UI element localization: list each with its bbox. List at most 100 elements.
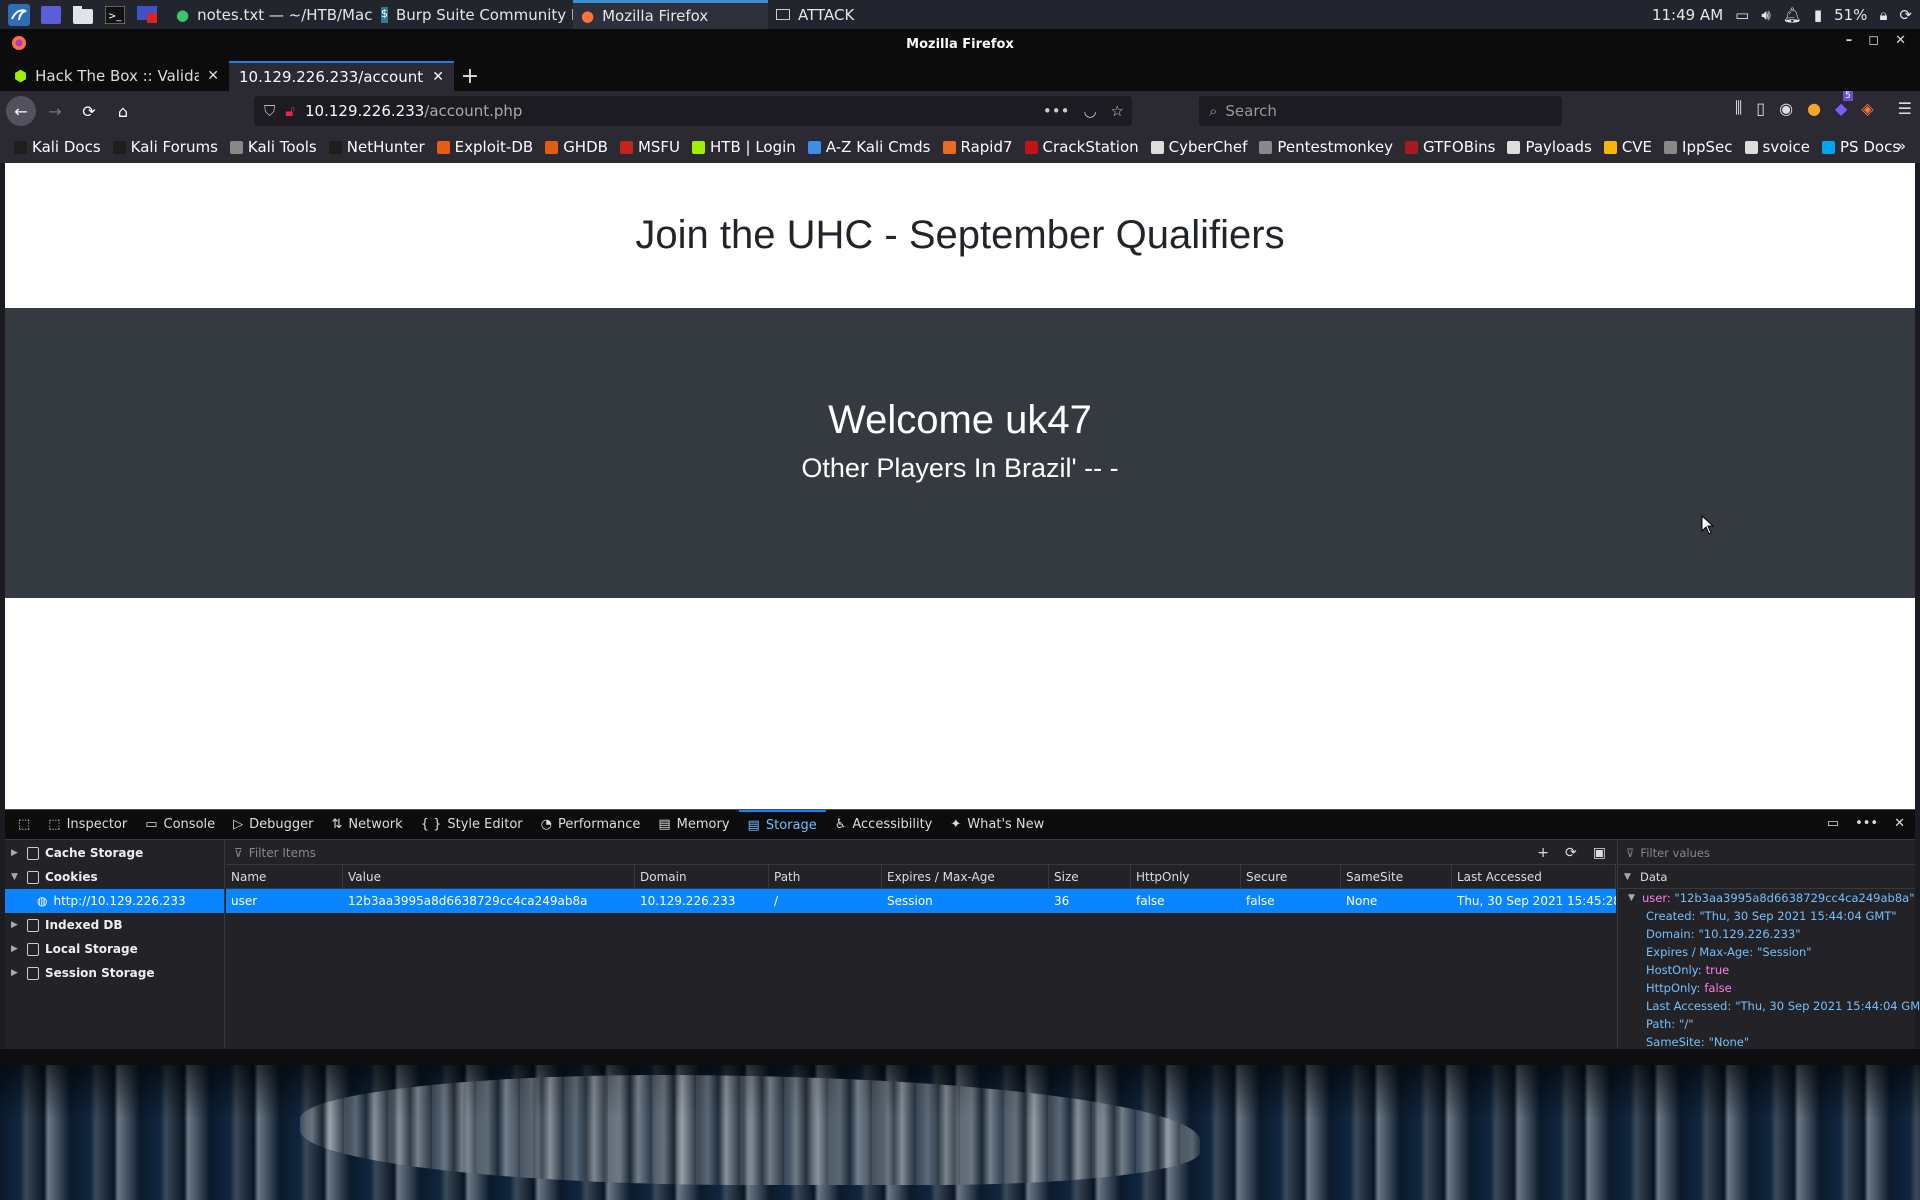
screen-app-icon[interactable]: [134, 3, 160, 27]
tree-local-storage[interactable]: ▶ Local Storage: [5, 937, 224, 961]
home-button[interactable]: ⌂: [108, 96, 138, 126]
pocket-icon[interactable]: ◡: [1083, 102, 1096, 120]
back-button[interactable]: ←: [6, 96, 36, 126]
devtools-tab-inspector[interactable]: ⬚ Inspector: [39, 810, 136, 840]
column-header[interactable]: Secure: [1241, 864, 1341, 889]
display-icon[interactable]: ▭: [1735, 6, 1749, 24]
table-cell[interactable]: Thu, 30 Sep 2021 15:45:28 GMT: [1452, 894, 1616, 908]
data-section-header[interactable]: ▼ Data: [1618, 865, 1915, 889]
filter-values-input[interactable]: ⊽ Filter values: [1618, 841, 1915, 865]
filter-items-input[interactable]: ⊽ Filter Items + ⟳ ▣: [226, 841, 1616, 865]
volume-icon[interactable]: 🔊︎: [1761, 6, 1770, 24]
devtools-tab-style-editor[interactable]: { } Style Editor: [412, 810, 532, 840]
data-property[interactable]: Last Accessed: "Thu, 30 Sep 2021 15:44:04…: [1618, 997, 1920, 1015]
library-icon[interactable]: ⫼: [1735, 98, 1742, 118]
column-header[interactable]: HttpOnly: [1131, 864, 1241, 889]
bookmark-a-z-kali-cmds[interactable]: A-Z Kali Cmds: [807, 138, 931, 156]
tab-account-php[interactable]: 10.129.226.233/account.php ✕: [229, 61, 454, 91]
bookmarks-overflow-icon[interactable]: »: [1897, 137, 1906, 155]
toggle-sidebar-icon[interactable]: ▣: [1593, 845, 1606, 861]
page-actions-icon[interactable]: •••: [1043, 102, 1070, 120]
extension-badge-icon[interactable]: ◆ 5: [1835, 90, 1853, 118]
search-box[interactable]: ⌕ Search: [1199, 96, 1562, 126]
tree-cache-storage[interactable]: ▶ Cache Storage: [5, 841, 224, 865]
column-header[interactable]: Name: [226, 864, 343, 889]
table-cell[interactable]: None: [1341, 894, 1452, 908]
column-header[interactable]: Domain: [635, 864, 769, 889]
close-tab-icon[interactable]: ✕: [432, 69, 444, 85]
refresh-icon[interactable]: ⟳: [1565, 845, 1577, 861]
maximize-icon[interactable]: ◻: [1868, 33, 1879, 48]
data-property[interactable]: HostOnly: true: [1618, 961, 1915, 979]
bookmark-kali-docs[interactable]: Kali Docs: [14, 138, 101, 156]
bookmark-crackstation[interactable]: CrackStation: [1024, 138, 1139, 156]
lock-icon[interactable]: 🔒︎: [1879, 6, 1887, 24]
table-cell[interactable]: user: [226, 894, 343, 908]
taskbar-task-notes[interactable]: ● notes.txt — ~/HTB/Mac...: [168, 0, 373, 29]
reload-button[interactable]: ⟳: [74, 96, 104, 126]
devtools-tab-debugger[interactable]: ▷ Debugger: [224, 810, 322, 840]
bookmark-nethunter[interactable]: NetHunter: [328, 138, 425, 156]
minimize-icon[interactable]: –: [1846, 33, 1853, 48]
table-cell[interactable]: false: [1131, 894, 1241, 908]
terminal-icon[interactable]: >_: [102, 3, 128, 27]
notification-bell-icon[interactable]: 🔔︎: [1783, 6, 1802, 24]
table-cell[interactable]: 36: [1049, 894, 1131, 908]
tree-cookie-host[interactable]: ◍ http://10.129.226.233: [5, 889, 224, 913]
url-bar[interactable]: ⛉ 🔓︎ 10.129.226.233/account.php ••• ◡ ☆: [254, 96, 1132, 126]
close-tab-icon[interactable]: ✕: [207, 68, 219, 84]
bookmark-payloads[interactable]: Payloads: [1507, 138, 1592, 156]
column-header[interactable]: Size: [1049, 864, 1131, 889]
devtools-tab-accessibility[interactable]: ♿ Accessibility: [826, 810, 942, 840]
bookmark-cyberchef[interactable]: CyberChef: [1150, 138, 1247, 156]
table-cell[interactable]: 12b3aa3995a8d6638729cc4ca249ab8a: [343, 894, 635, 908]
data-property[interactable]: HttpOnly: false: [1618, 979, 1915, 997]
tab-hackthebox[interactable]: ⬢ Hack The Box :: Validatio ✕: [4, 61, 229, 91]
kali-menu-icon[interactable]: [6, 3, 32, 27]
column-header[interactable]: Value: [343, 864, 635, 889]
column-header[interactable]: SameSite: [1341, 864, 1452, 889]
data-property[interactable]: Domain: "10.129.226.233": [1618, 925, 1915, 943]
taskbar-task-burp[interactable]: $ Burp Suite Community E...: [373, 0, 573, 29]
data-property[interactable]: Path: "/": [1618, 1015, 1915, 1033]
taskbar-task-firefox[interactable]: ● Mozilla Firefox: [573, 0, 768, 29]
bookmark-gtfobins[interactable]: GTFOBins: [1405, 138, 1495, 156]
menu-icon[interactable]: ☰: [1898, 99, 1912, 118]
bookmark-cve[interactable]: CVE: [1603, 138, 1652, 156]
devtools-tab-what-s-new[interactable]: ✦ What's New: [941, 810, 1053, 840]
data-user-entry[interactable]: ▼ user: "12b3aa3995a8d6638729cc4ca249ab8…: [1618, 889, 1915, 907]
add-item-icon[interactable]: +: [1537, 845, 1549, 861]
file-manager-icon[interactable]: [70, 3, 96, 27]
clock[interactable]: 11:49 AM: [1652, 6, 1723, 24]
shield-icon[interactable]: ⛉: [264, 102, 275, 120]
bookmark-rapid7[interactable]: Rapid7: [942, 138, 1013, 156]
bookmark-ghdb[interactable]: GHDB: [545, 138, 608, 156]
close-window-icon[interactable]: ✕: [1895, 33, 1906, 48]
workspace-icon[interactable]: [38, 3, 64, 27]
power-icon[interactable]: ⟳: [1899, 6, 1912, 24]
more-options-icon[interactable]: •••: [1855, 816, 1878, 831]
column-header[interactable]: Expires / Max-Age: [882, 864, 1049, 889]
devtools-tab-memory[interactable]: ▤ Memory: [649, 810, 738, 840]
data-property[interactable]: Expires / Max-Age: "Session": [1618, 943, 1915, 961]
cookie-extension-icon[interactable]: ●: [1807, 99, 1821, 118]
table-cell[interactable]: false: [1241, 894, 1341, 908]
account-icon[interactable]: ◉: [1779, 99, 1793, 118]
table-row[interactable]: user 12b3aa3995a8d6638729cc4ca249ab8a 10.1…: [226, 889, 1616, 913]
sidebar-icon[interactable]: ▯: [1756, 99, 1765, 118]
column-header[interactable]: Path: [769, 864, 882, 889]
bookmark-pentestmonkey[interactable]: Pentestmonkey: [1259, 138, 1393, 156]
bookmark-kali-forums[interactable]: Kali Forums: [112, 138, 218, 156]
bookmark-ippsec[interactable]: IppSec: [1664, 138, 1733, 156]
new-tab-button[interactable]: +: [454, 61, 486, 91]
bookmark-exploit-db[interactable]: Exploit-DB: [436, 138, 533, 156]
bookmark-htb-login[interactable]: HTB | Login: [692, 138, 796, 156]
element-picker-icon[interactable]: ⬚: [9, 810, 39, 840]
bookmark-kali-tools[interactable]: Kali Tools: [229, 138, 317, 156]
table-cell[interactable]: 10.129.226.233: [635, 894, 769, 908]
devtools-tab-console[interactable]: ▭ Console: [136, 810, 224, 840]
dock-icon[interactable]: ▭: [1827, 816, 1839, 831]
devtools-tab-performance[interactable]: ◔ Performance: [532, 810, 650, 840]
table-cell[interactable]: Session: [882, 894, 1049, 908]
bookmark-msfu[interactable]: MSFU: [619, 138, 680, 156]
